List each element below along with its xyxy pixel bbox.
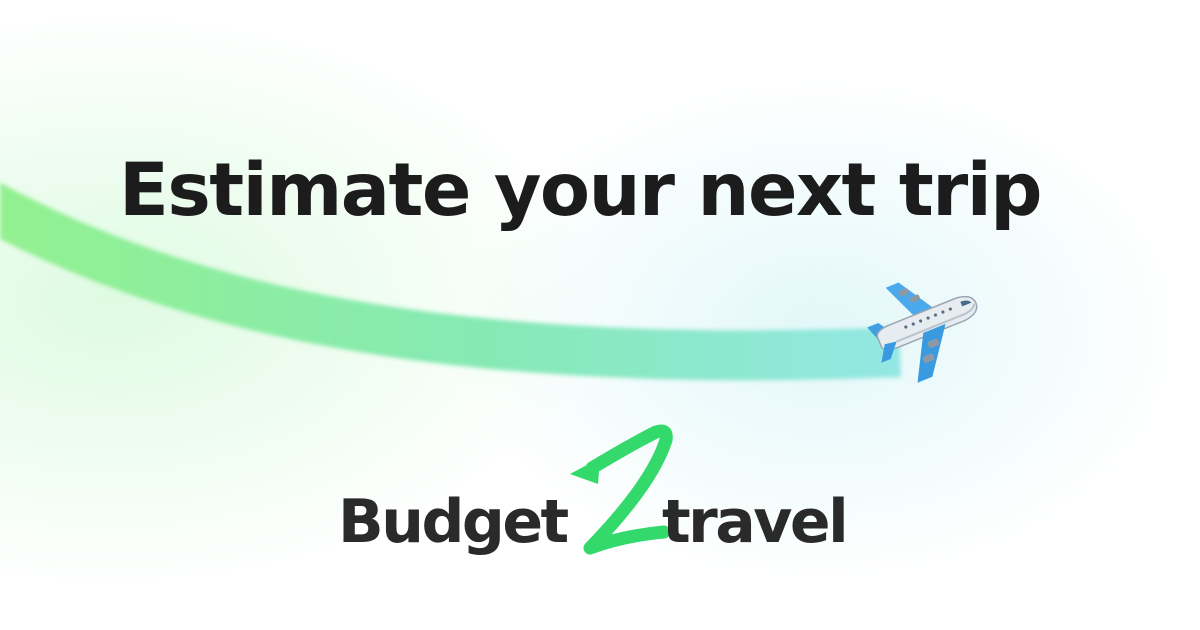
hero-banner: Estimate your next trip Budget travel xyxy=(0,0,1200,630)
headline: Estimate your next trip xyxy=(118,148,1043,233)
airplane-icon xyxy=(867,282,978,383)
logo-word-travel: travel xyxy=(662,487,849,557)
budget2travel-logo: Budget travel xyxy=(338,424,858,574)
logo-word-budget: Budget xyxy=(338,487,569,557)
